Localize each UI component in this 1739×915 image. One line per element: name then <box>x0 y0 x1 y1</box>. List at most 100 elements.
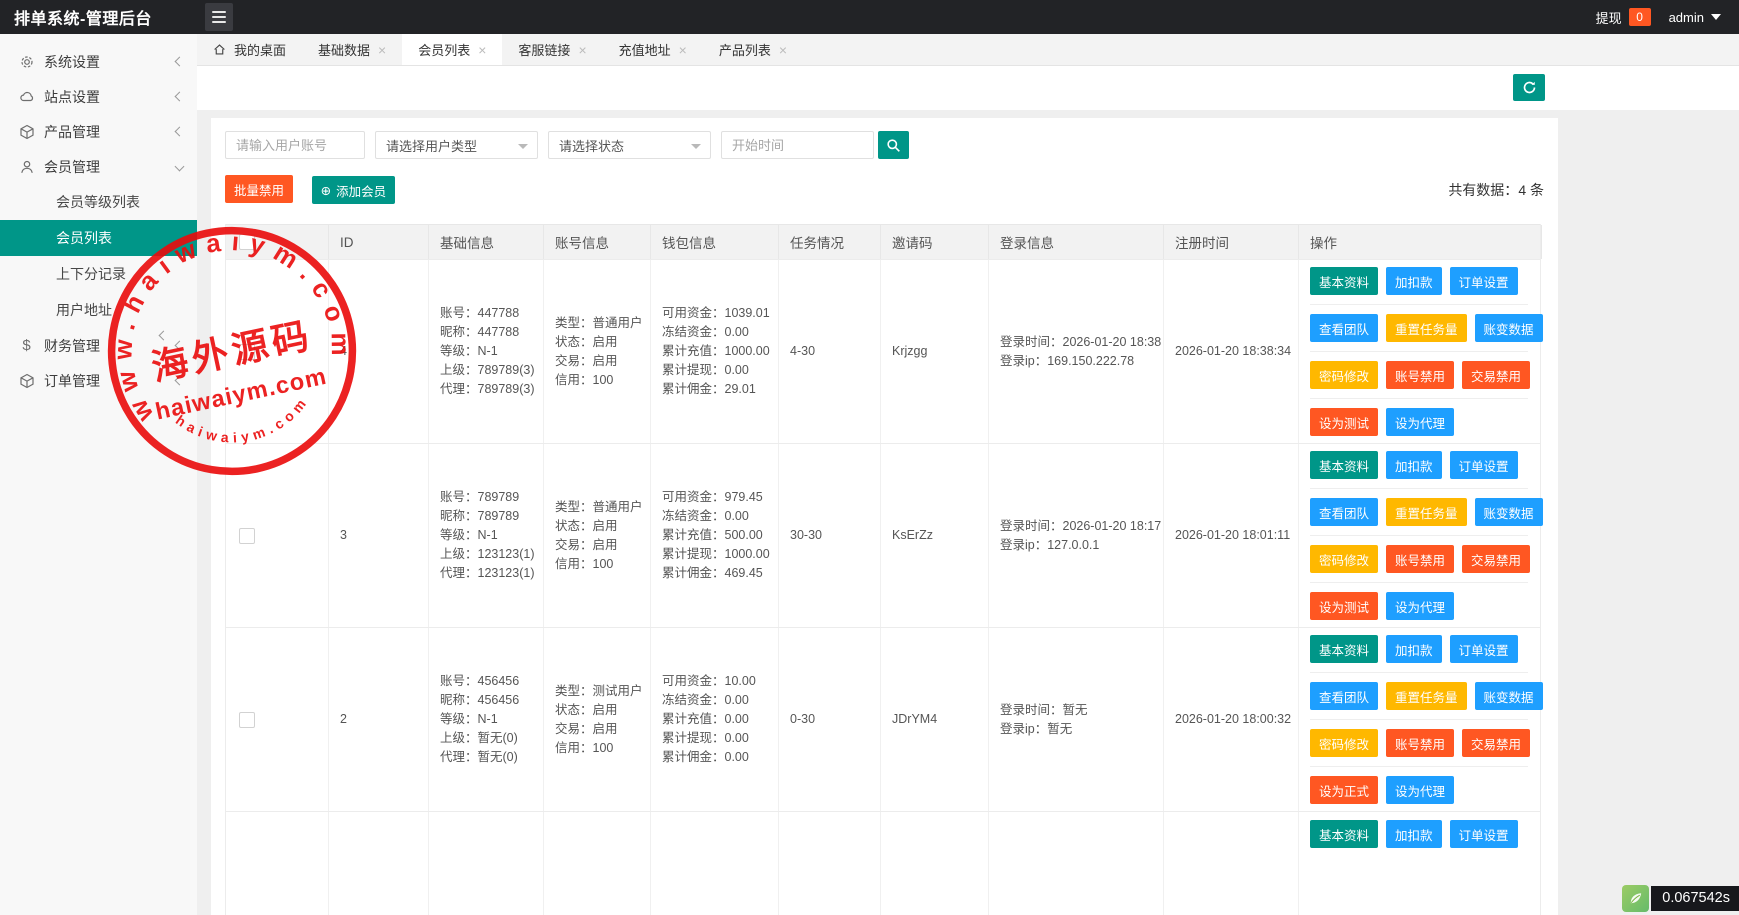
action-button[interactable]: 基本资料 <box>1310 635 1378 663</box>
batch-disable-button[interactable]: 批量禁用 <box>225 175 293 203</box>
cell-line: 交易：启用 <box>555 536 650 555</box>
tab-close-icon[interactable]: × <box>779 42 787 58</box>
action-button[interactable]: 密码修改 <box>1310 729 1378 757</box>
refresh-button[interactable] <box>1513 74 1545 101</box>
user-menu[interactable]: admin <box>1669 10 1721 25</box>
action-button[interactable]: 设为正式 <box>1310 776 1378 804</box>
account-search-input[interactable] <box>225 131 365 159</box>
action-button[interactable]: 订单设置 <box>1450 820 1518 848</box>
action-button[interactable]: 设为测试 <box>1310 592 1378 620</box>
row-checkbox[interactable] <box>239 344 255 360</box>
action-button[interactable]: 重置任务量 <box>1386 314 1467 342</box>
action-button[interactable]: 账号禁用 <box>1386 729 1454 757</box>
action-button-group: 设为测试设为代理 <box>1310 408 1536 436</box>
cell-select <box>226 444 329 627</box>
row-checkbox[interactable] <box>239 712 255 728</box>
action-group-divider <box>1310 535 1528 536</box>
cell-line: 登录时间：暂无 <box>1000 701 1163 720</box>
action-button[interactable]: 账变数据 <box>1475 314 1543 342</box>
action-button[interactable]: 加扣款 <box>1386 820 1442 848</box>
cell-line: 累计提现：0.00 <box>662 361 778 380</box>
action-button[interactable]: 订单设置 <box>1450 451 1518 479</box>
total-count: 4 <box>1518 182 1526 198</box>
action-button[interactable]: 加扣款 <box>1386 267 1442 295</box>
row-checkbox[interactable] <box>239 528 255 544</box>
action-button[interactable]: 订单设置 <box>1450 267 1518 295</box>
sidebar-subitem-会员列表[interactable]: 会员列表 <box>0 220 197 256</box>
action-button[interactable]: 设为代理 <box>1386 592 1454 620</box>
search-button[interactable] <box>878 131 909 159</box>
sidebar-item-订单管理[interactable]: 订单管理 <box>0 363 197 398</box>
sidebar-item-会员管理[interactable]: 会员管理 <box>0 149 197 184</box>
tab-close-icon[interactable]: × <box>378 42 386 58</box>
action-button[interactable]: 重置任务量 <box>1386 498 1467 526</box>
sidebar-subitem-上下分记录[interactable]: 上下分记录 <box>0 256 197 292</box>
action-button[interactable]: 交易禁用 <box>1462 361 1530 389</box>
action-button[interactable]: 设为代理 <box>1386 408 1454 436</box>
withdraw-menu[interactable]: 提现 0 <box>1596 8 1651 27</box>
cell-login-info: 登录时间：2026-01-20 18:38登录ip：169.150.222.78 <box>989 260 1164 443</box>
tab-close-icon[interactable]: × <box>578 42 586 58</box>
tab-充值地址[interactable]: 充值地址× <box>603 34 703 65</box>
tab-我的桌面[interactable]: 我的桌面 <box>197 34 302 65</box>
sidebar-item-产品管理[interactable]: 产品管理 <box>0 114 197 149</box>
cell-line: 交易：启用 <box>555 720 650 739</box>
action-button[interactable]: 重置任务量 <box>1386 682 1467 710</box>
action-button[interactable]: 加扣款 <box>1386 635 1442 663</box>
performance-widget: 0.067542s <box>1622 885 1739 912</box>
status-select[interactable]: 请选择状态 <box>548 131 711 159</box>
sidebar-item-财务管理[interactable]: $财务管理 <box>0 328 197 363</box>
cell-invite-code: JDrYM4 <box>881 628 989 811</box>
action-button[interactable]: 账变数据 <box>1475 682 1543 710</box>
cell-line: 2026-01-20 18:01:11 <box>1175 526 1298 545</box>
action-button[interactable]: 密码修改 <box>1310 361 1378 389</box>
cell-line: 账号：456456 <box>440 672 543 691</box>
cell-line: 类型：测试用户 <box>555 682 650 701</box>
chevron-left-icon <box>175 127 185 137</box>
action-button[interactable]: 查看团队 <box>1310 498 1378 526</box>
tab-会员列表[interactable]: 会员列表× <box>402 34 502 65</box>
action-button[interactable]: 订单设置 <box>1450 635 1518 663</box>
action-button[interactable]: 基本资料 <box>1310 451 1378 479</box>
cell-account-info: 类型：测试用户状态：启用交易：启用信用：100 <box>544 628 651 811</box>
action-button-group: 基本资料加扣款订单设置 <box>1310 267 1536 295</box>
sidebar-subitem-用户地址[interactable]: 用户地址 <box>0 292 197 328</box>
cell-register-time: 2026-01-20 18:00:32 <box>1164 628 1299 811</box>
app-title: 排单系统-管理后台 <box>0 5 197 29</box>
dollar-icon-wrap: $ <box>18 337 35 354</box>
action-button[interactable]: 基本资料 <box>1310 267 1378 295</box>
action-button[interactable]: 密码修改 <box>1310 545 1378 573</box>
tab-close-icon[interactable]: × <box>679 42 687 58</box>
menu-toggle-button[interactable] <box>205 3 233 31</box>
action-button[interactable]: 设为代理 <box>1386 776 1454 804</box>
tab-基础数据[interactable]: 基础数据× <box>302 34 402 65</box>
action-button[interactable]: 交易禁用 <box>1462 729 1530 757</box>
action-button[interactable]: 交易禁用 <box>1462 545 1530 573</box>
sidebar-item-系统设置[interactable]: 系统设置 <box>0 44 197 79</box>
cell-basic-info <box>429 812 544 915</box>
select-all-checkbox[interactable] <box>239 234 255 250</box>
table-row: 3账号：789789昵称：789789等级：N-1上级：123123(1)代理：… <box>226 444 1540 628</box>
tab-产品列表[interactable]: 产品列表× <box>703 34 803 65</box>
sidebar-item-站点设置[interactable]: 站点设置 <box>0 79 197 114</box>
action-button[interactable]: 基本资料 <box>1310 820 1378 848</box>
main-area: 我的桌面基础数据×会员列表×客服链接×充值地址×产品列表× 请选择用户类型 请选… <box>197 34 1739 915</box>
cell-account-info: 类型：普通用户状态：启用交易：启用信用：100 <box>544 444 651 627</box>
action-button[interactable]: 账变数据 <box>1475 498 1543 526</box>
tab-客服链接[interactable]: 客服链接× <box>502 34 602 65</box>
tab-close-icon[interactable]: × <box>478 42 486 58</box>
cell-task-status: 4-30 <box>779 260 881 443</box>
sidebar-subitem-会员等级列表[interactable]: 会员等级列表 <box>0 184 197 220</box>
add-member-button[interactable]: ⊕添加会员 <box>312 176 396 204</box>
action-button[interactable]: 账号禁用 <box>1386 545 1454 573</box>
action-button[interactable]: 加扣款 <box>1386 451 1442 479</box>
cell-line: 登录时间：2026-01-20 18:17 <box>1000 517 1163 536</box>
action-button[interactable]: 账号禁用 <box>1386 361 1454 389</box>
action-button[interactable]: 设为测试 <box>1310 408 1378 436</box>
action-button[interactable]: 查看团队 <box>1310 682 1378 710</box>
start-time-input[interactable] <box>721 131 874 159</box>
leaf-icon[interactable] <box>1622 885 1649 912</box>
action-button[interactable]: 查看团队 <box>1310 314 1378 342</box>
user-type-select[interactable]: 请选择用户类型 <box>375 131 538 159</box>
toolbar-strip <box>197 66 1739 110</box>
